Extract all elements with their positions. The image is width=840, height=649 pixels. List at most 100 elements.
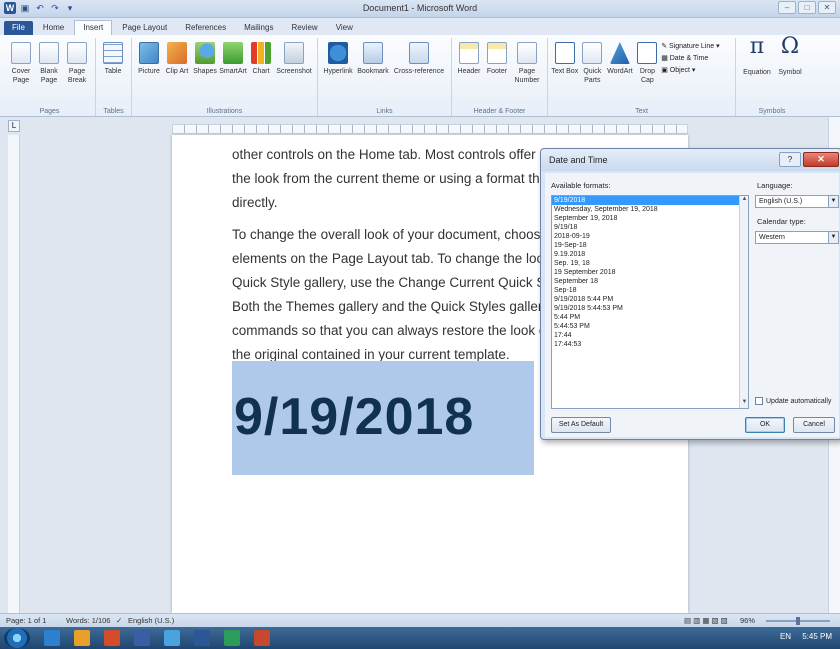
format-option[interactable]: Sep. 19, 18 bbox=[552, 259, 748, 268]
tab-home[interactable]: Home bbox=[35, 21, 72, 35]
scroll-down-icon[interactable]: ▼ bbox=[740, 399, 748, 408]
zoom-slider-thumb[interactable] bbox=[796, 617, 800, 625]
selected-date-text[interactable]: 9/19/2018 bbox=[232, 361, 534, 475]
taskbar-excel-icon[interactable] bbox=[224, 630, 240, 646]
system-tray: EN 5:45 PM bbox=[780, 632, 832, 641]
calendar-type-select[interactable]: Western ▼ bbox=[755, 231, 839, 244]
symbol-button[interactable]: Ω Symbol bbox=[775, 36, 805, 116]
language-label: Language: bbox=[757, 181, 793, 190]
language-select[interactable]: English (U.S.) ▼ bbox=[755, 195, 839, 208]
blank-page-button[interactable]: Blank Page bbox=[35, 38, 63, 116]
taskbar-app-icon[interactable] bbox=[134, 630, 150, 646]
bookmark-button[interactable]: Bookmark bbox=[355, 38, 391, 116]
text-box-button[interactable]: Text Box bbox=[551, 38, 579, 116]
picture-button[interactable]: Picture bbox=[135, 38, 163, 116]
screenshot-button[interactable]: Screenshot bbox=[275, 38, 313, 116]
close-window-button[interactable]: ✕ bbox=[818, 1, 836, 14]
format-option[interactable]: 5:44:53 PM bbox=[552, 322, 748, 331]
group-label-pages: Pages bbox=[39, 108, 60, 115]
set-as-default-button[interactable]: Set As Default bbox=[551, 417, 611, 433]
hyperlink-button[interactable]: Hyperlink bbox=[321, 38, 355, 116]
language-status[interactable]: English (U.S.) bbox=[128, 616, 174, 625]
ruler-tab-selector[interactable]: L bbox=[8, 120, 20, 132]
checkbox-box[interactable] bbox=[755, 397, 763, 405]
format-option[interactable]: Sep-18 bbox=[552, 286, 748, 295]
clip-art-button[interactable]: Clip Art bbox=[163, 38, 191, 116]
taskbar-powerpoint-icon[interactable] bbox=[254, 630, 270, 646]
format-option[interactable]: 9/19/2018 bbox=[552, 196, 748, 205]
proofing-icon[interactable]: ✓ bbox=[116, 616, 122, 625]
format-option[interactable]: 9/19/18 bbox=[552, 223, 748, 232]
drop-cap-button[interactable]: Drop Cap bbox=[634, 38, 662, 116]
format-option[interactable]: 9.19.2018 bbox=[552, 250, 748, 259]
taskbar-explorer-icon[interactable] bbox=[44, 630, 60, 646]
signature-line-button[interactable]: ✎ Signature Line ▾ bbox=[661, 42, 732, 50]
object-button[interactable]: ▣ Object ▾ bbox=[661, 66, 732, 74]
chevron-down-icon[interactable]: ▼ bbox=[828, 232, 838, 243]
start-button[interactable] bbox=[4, 628, 30, 648]
maximize-button[interactable]: □ bbox=[798, 1, 816, 14]
dialog-help-button[interactable]: ? bbox=[779, 152, 801, 167]
format-option[interactable]: 9/19/2018 5:44:53 PM bbox=[552, 304, 748, 313]
tab-mailings[interactable]: Mailings bbox=[236, 21, 281, 35]
formats-scrollbar[interactable]: ▲ ▼ bbox=[739, 196, 748, 408]
taskbar-browser-icon[interactable] bbox=[164, 630, 180, 646]
tab-references[interactable]: References bbox=[177, 21, 234, 35]
ok-button[interactable]: OK bbox=[745, 417, 785, 433]
word-count[interactable]: Words: 1/106 bbox=[66, 616, 110, 625]
clock[interactable]: 5:45 PM bbox=[802, 632, 832, 641]
shapes-button[interactable]: Shapes bbox=[191, 38, 219, 116]
format-option[interactable]: Wednesday, September 19, 2018 bbox=[552, 205, 748, 214]
page-break-button[interactable]: Page Break bbox=[63, 38, 91, 116]
format-option[interactable]: September 18 bbox=[552, 277, 748, 286]
chart-button[interactable]: Chart bbox=[247, 38, 275, 116]
format-option[interactable]: 5:44 PM bbox=[552, 313, 748, 322]
dialog-close-button[interactable]: ✕ bbox=[803, 152, 839, 167]
formats-listbox[interactable]: 9/19/2018 Wednesday, September 19, 2018 Se… bbox=[551, 195, 749, 409]
taskbar-media-icon[interactable] bbox=[104, 630, 120, 646]
smartart-button[interactable]: SmartArt bbox=[219, 38, 247, 116]
group-label-text: Text bbox=[635, 108, 648, 115]
smartart-icon bbox=[223, 42, 243, 64]
taskbar-folder-icon[interactable] bbox=[74, 630, 90, 646]
equation-button[interactable]: π Equation bbox=[739, 36, 775, 116]
text-box-icon bbox=[554, 42, 575, 64]
zoom-level[interactable]: 96% bbox=[740, 616, 755, 625]
page-break-icon bbox=[67, 42, 87, 64]
tab-insert[interactable]: Insert bbox=[74, 20, 113, 35]
format-option[interactable]: September 19, 2018 bbox=[552, 214, 748, 223]
tab-file[interactable]: File bbox=[4, 21, 33, 35]
quick-parts-button[interactable]: Quick Parts bbox=[579, 38, 607, 116]
table-button[interactable]: Table bbox=[99, 38, 127, 116]
cross-reference-button[interactable]: Cross-reference bbox=[391, 38, 447, 116]
tab-page-layout[interactable]: Page Layout bbox=[114, 21, 175, 35]
format-option[interactable]: 9/19/2018 5:44 PM bbox=[552, 295, 748, 304]
format-option[interactable]: 2018-09-19 bbox=[552, 232, 748, 241]
zoom-slider[interactable] bbox=[766, 617, 830, 625]
tab-review[interactable]: Review bbox=[283, 21, 325, 35]
date-time-dialog: Date and Time ? ✕ Available formats: 9/1… bbox=[540, 148, 840, 440]
minimize-button[interactable]: – bbox=[778, 1, 796, 14]
format-option[interactable]: 17:44:53 bbox=[552, 340, 748, 349]
page-count[interactable]: Page: 1 of 1 bbox=[6, 616, 46, 625]
cancel-button[interactable]: Cancel bbox=[793, 417, 835, 433]
scroll-up-icon[interactable]: ▲ bbox=[740, 196, 748, 205]
header-button[interactable]: Header bbox=[455, 38, 483, 116]
wordart-button[interactable]: WordArt bbox=[606, 38, 634, 116]
chevron-down-icon[interactable]: ▼ bbox=[828, 196, 838, 207]
cover-page-button[interactable]: Cover Page bbox=[7, 38, 35, 116]
horizontal-ruler[interactable] bbox=[172, 124, 688, 134]
footer-button[interactable]: Footer bbox=[483, 38, 511, 116]
format-option[interactable]: 17:44 bbox=[552, 331, 748, 340]
input-language[interactable]: EN bbox=[780, 632, 791, 641]
format-option[interactable]: 19-Sep-18 bbox=[552, 241, 748, 250]
page-number-button[interactable]: Page Number bbox=[511, 38, 543, 116]
status-bar: Page: 1 of 1 Words: 1/106 ✓ English (U.S… bbox=[0, 613, 840, 627]
date-time-button[interactable]: ▦ Date & Time bbox=[661, 54, 732, 62]
taskbar-word-icon[interactable] bbox=[194, 630, 210, 646]
view-buttons[interactable]: ▤ ▥ ▦ ▧ ▨ bbox=[684, 616, 728, 625]
header-icon bbox=[459, 42, 479, 64]
format-option[interactable]: 19 September 2018 bbox=[552, 268, 748, 277]
tab-view[interactable]: View bbox=[328, 21, 361, 35]
update-automatically-checkbox[interactable]: Update automatically bbox=[755, 397, 831, 405]
